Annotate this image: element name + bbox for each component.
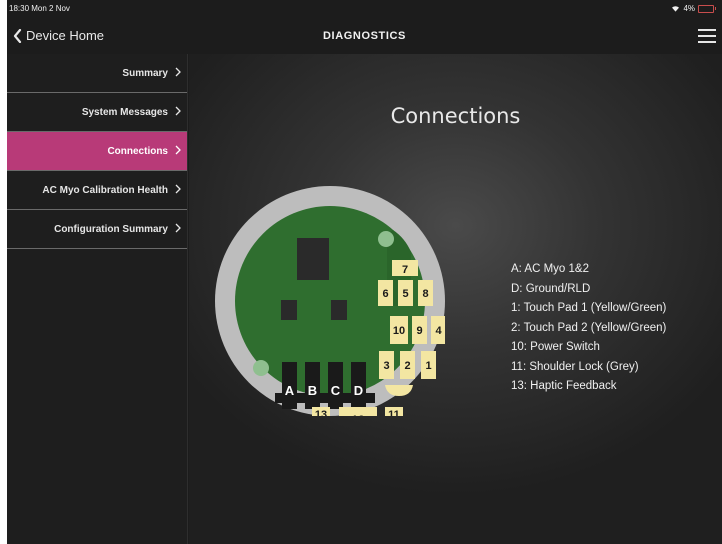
pin-label-4: 4 xyxy=(435,325,442,337)
chip xyxy=(297,238,329,280)
sidebar-item-label: Configuration Summary xyxy=(54,223,168,235)
sidebar-item-label: System Messages xyxy=(81,106,168,118)
pin-label-11: 11 xyxy=(388,409,400,416)
legend-item: 10: Power Switch xyxy=(511,341,600,353)
pin-label-9: 9 xyxy=(416,325,422,337)
pin-label-3: 3 xyxy=(383,360,389,372)
battery-icon xyxy=(698,4,716,13)
legend-item: A: AC Myo 1&2 xyxy=(511,263,589,275)
connector-diagram: A B C D 7 6 5 8 10 9 4 3 2 1 13 11 xyxy=(215,186,445,416)
sidebar-item-connections[interactable]: Connections xyxy=(7,132,188,171)
pin-label-10: 10 xyxy=(393,325,405,337)
pin-label-7: 7 xyxy=(402,264,408,276)
status-time: 18:30 Mon 2 Nov xyxy=(9,4,70,13)
section-title: Connections xyxy=(390,104,521,128)
mounting-hole xyxy=(378,231,394,247)
pin-label-12: 12 xyxy=(351,413,365,416)
page-title: DIAGNOSTICS xyxy=(323,30,406,42)
legend-item: 13: Haptic Feedback xyxy=(511,380,617,392)
sidebar-item-label: Connections xyxy=(107,145,168,157)
pin-label-b: B xyxy=(308,383,317,398)
legend-item: 1: Touch Pad 1 (Yellow/Green) xyxy=(511,302,667,314)
legend-item: 11: Shoulder Lock (Grey) xyxy=(511,360,639,373)
mounting-hole xyxy=(253,360,269,376)
chevron-right-icon xyxy=(175,106,181,116)
sidebar-item-label: Summary xyxy=(122,67,168,79)
pin-label-6: 6 xyxy=(382,288,388,300)
pin-label-8: 8 xyxy=(422,288,428,300)
pin-label-2: 2 xyxy=(404,360,410,372)
pin-legend: A: AC Myo 1&2 D: Ground/RLD 1: Touch Pad… xyxy=(511,260,666,397)
chevron-right-icon xyxy=(175,223,181,233)
sidebar-item-configuration-summary[interactable]: Configuration Summary xyxy=(7,210,188,249)
battery-percent: 4% xyxy=(683,4,695,13)
chevron-right-icon xyxy=(175,184,181,194)
status-bar: 18:30 Mon 2 Nov 4% xyxy=(7,0,722,20)
pin-label-a: A xyxy=(285,383,295,398)
nav-bar: Device Home DIAGNOSTICS xyxy=(7,20,722,54)
sidebar-item-label: AC Myo Calibration Health xyxy=(42,184,168,196)
wifi-icon xyxy=(672,6,680,12)
sidebar: Summary System Messages Connections AC M… xyxy=(7,54,188,544)
sidebar-item-system-messages[interactable]: System Messages xyxy=(7,93,188,132)
sidebar-item-ac-myo-calibration-health[interactable]: AC Myo Calibration Health xyxy=(7,171,188,210)
ipad-screen: 18:30 Mon 2 Nov 4% Device Home DIAGNOSTI… xyxy=(7,0,722,544)
pin-label-5: 5 xyxy=(402,288,408,300)
pin-label-1: 1 xyxy=(425,360,431,372)
hamburger-menu-icon[interactable] xyxy=(698,28,716,44)
chevron-right-icon xyxy=(175,145,181,155)
sidebar-item-summary[interactable]: Summary xyxy=(7,54,188,93)
chip xyxy=(331,300,347,320)
main-content: Connections A B C D 7 6 5 8 10 9 4 3 2 1… xyxy=(189,54,722,544)
status-indicators: 4% xyxy=(671,4,716,13)
pin-label-c: C xyxy=(331,383,341,398)
chevron-right-icon xyxy=(175,67,181,77)
chip xyxy=(281,300,297,320)
pin-label-13: 13 xyxy=(315,409,327,416)
pin-label-d: D xyxy=(354,383,363,398)
legend-item: D: Ground/RLD xyxy=(511,282,591,295)
legend-item: 2: Touch Pad 2 (Yellow/Green) xyxy=(511,321,667,334)
